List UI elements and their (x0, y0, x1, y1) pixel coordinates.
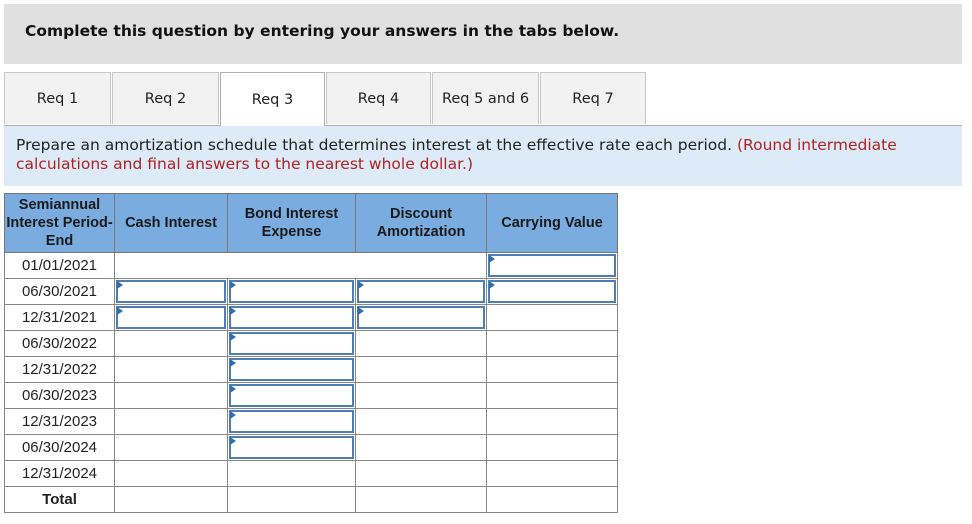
discount-amortization-cell (355, 434, 487, 461)
tab-req-3[interactable]: Req 3 (220, 72, 325, 126)
cash-interest-input[interactable] (116, 280, 226, 303)
bond-interest-expense-cell (227, 382, 356, 409)
bond-interest-expense-cell (227, 408, 356, 435)
bond-interest-expense-input[interactable] (229, 384, 354, 407)
instructions-text: Prepare an amortization schedule that de… (16, 136, 936, 174)
period-date: 06/30/2023 (4, 382, 115, 409)
discount-amortization-cell (355, 356, 487, 383)
cash-interest-cell (114, 304, 228, 331)
table-row: 12/31/2022 (4, 356, 618, 383)
cash-interest-cell (114, 330, 228, 357)
bond-interest-expense-cell (227, 304, 356, 331)
period-date: 06/30/2024 (4, 434, 115, 461)
tab-req-2[interactable]: Req 2 (112, 72, 219, 124)
carrying-value-cell (486, 252, 618, 279)
tab-req-4[interactable]: Req 4 (326, 72, 431, 124)
carrying-value-cell (486, 460, 618, 487)
tab-req-5-and-6[interactable]: Req 5 and 6 (432, 72, 539, 124)
carrying-value-cell (486, 408, 618, 435)
header-carrying-value: Carrying Value (486, 193, 618, 253)
total-bond-interest-expense (227, 486, 356, 513)
carrying-value-cell (486, 278, 618, 305)
cash-interest-cell (114, 460, 228, 487)
period-date: 06/30/2022 (4, 330, 115, 357)
bond-interest-expense-cell (227, 356, 356, 383)
blank-cell (114, 252, 487, 279)
period-date: 12/31/2021 (4, 304, 115, 331)
bond-interest-expense-cell (227, 460, 356, 487)
carrying-value-input[interactable] (488, 254, 616, 277)
table-row: 12/31/2024 (4, 460, 618, 487)
bond-interest-expense-input[interactable] (229, 332, 354, 355)
table-row: 06/30/2021 (4, 278, 618, 305)
total-discount-amortization (355, 486, 487, 513)
cash-interest-input[interactable] (116, 306, 226, 329)
table-row: 12/31/2021 (4, 304, 618, 331)
header-bond-interest-expense: Bond Interest Expense (227, 193, 356, 253)
table-row: 06/30/2023 (4, 382, 618, 409)
bond-interest-expense-input[interactable] (229, 358, 354, 381)
instructions-main: Prepare an amortization schedule that de… (16, 136, 733, 154)
bond-interest-expense-input[interactable] (229, 410, 354, 433)
period-date: 12/31/2022 (4, 356, 115, 383)
tab-req-7[interactable]: Req 7 (540, 72, 646, 124)
header-period: Semiannual Interest Period-End (4, 193, 115, 253)
total-label: Total (4, 486, 115, 513)
bond-interest-expense-input[interactable] (229, 280, 354, 303)
bond-interest-expense-cell (227, 330, 356, 357)
carrying-value-cell (486, 304, 618, 331)
discount-amortization-input[interactable] (357, 306, 485, 329)
cash-interest-cell (114, 278, 228, 305)
carrying-value-cell (486, 382, 618, 409)
total-carrying-value (486, 486, 618, 513)
cash-interest-cell (114, 408, 228, 435)
bond-interest-expense-cell (227, 278, 356, 305)
carrying-value-cell (486, 434, 618, 461)
instructions-panel: Prepare an amortization schedule that de… (4, 126, 962, 186)
carrying-value-input[interactable] (488, 280, 616, 303)
period-date: 06/30/2021 (4, 278, 115, 305)
total-cash-interest (114, 486, 228, 513)
table-row: 06/30/2024 (4, 434, 618, 461)
amortization-schedule-table: Semiannual Interest Period-End Cash Inte… (4, 193, 618, 513)
discount-amortization-input[interactable] (357, 280, 485, 303)
discount-amortization-cell (355, 330, 487, 357)
period-date: 12/31/2024 (4, 460, 115, 487)
instruction-banner: Complete this question by entering your … (4, 4, 962, 64)
carrying-value-cell (486, 330, 618, 357)
table-row: 06/30/2022 (4, 330, 618, 357)
tab-req-1[interactable]: Req 1 (4, 72, 111, 124)
bond-interest-expense-input[interactable] (229, 436, 354, 459)
banner-text: Complete this question by entering your … (25, 22, 620, 40)
period-date: 12/31/2023 (4, 408, 115, 435)
bond-interest-expense-cell (227, 434, 356, 461)
discount-amortization-cell (355, 382, 487, 409)
carrying-value-cell (486, 356, 618, 383)
header-discount-amortization: Discount Amortization (355, 193, 487, 253)
cash-interest-cell (114, 356, 228, 383)
table-row: 01/01/2021 (4, 252, 618, 279)
total-row: Total (4, 486, 618, 513)
discount-amortization-cell (355, 278, 487, 305)
bond-interest-expense-input[interactable] (229, 306, 354, 329)
discount-amortization-cell (355, 304, 487, 331)
period-date: 01/01/2021 (4, 252, 115, 279)
cash-interest-cell (114, 434, 228, 461)
discount-amortization-cell (355, 408, 487, 435)
header-cash-interest: Cash Interest (114, 193, 228, 253)
cash-interest-cell (114, 382, 228, 409)
discount-amortization-cell (355, 460, 487, 487)
table-row: 12/31/2023 (4, 408, 618, 435)
